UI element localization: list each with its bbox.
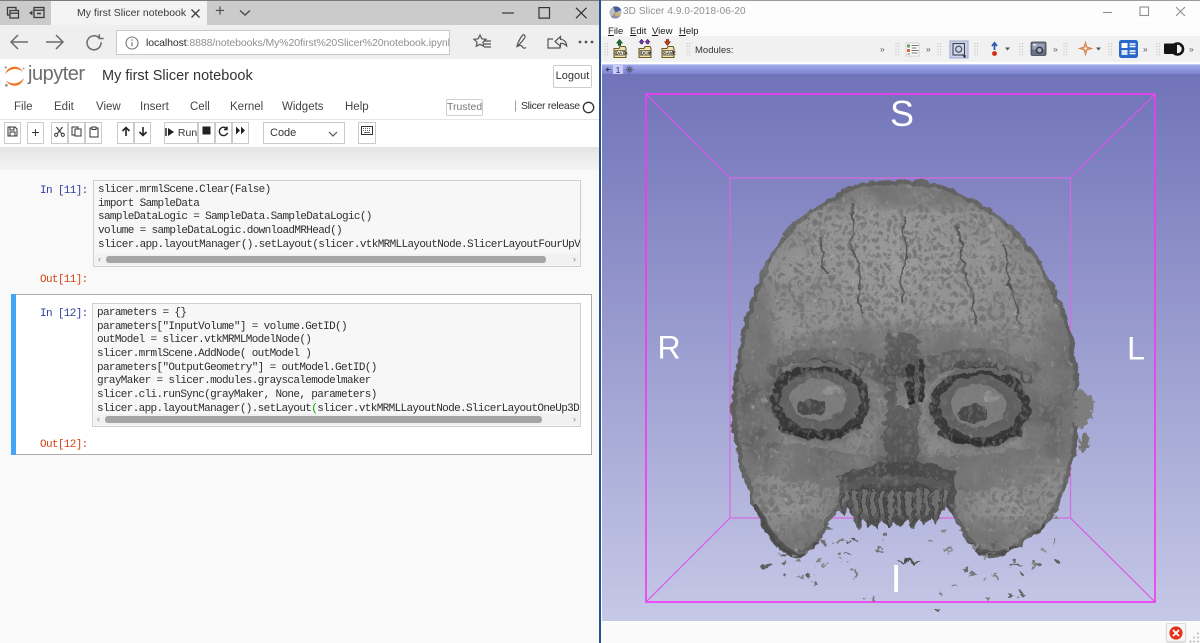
svg-text:»: » xyxy=(1053,44,1058,54)
svg-text:L: L xyxy=(1127,331,1145,367)
svg-text:SAVE: SAVE xyxy=(664,51,676,56)
svg-text:»: » xyxy=(926,44,931,54)
svg-text:Modules:: Modules: xyxy=(695,45,734,56)
svg-text:S: S xyxy=(890,93,914,134)
svg-text:DATA: DATA xyxy=(616,51,629,56)
svg-text:R: R xyxy=(657,330,680,366)
svg-text:»: » xyxy=(1189,44,1194,54)
svg-text:DCM: DCM xyxy=(641,51,652,56)
svg-text:»: » xyxy=(880,44,885,54)
svg-text:»: » xyxy=(1143,44,1148,54)
